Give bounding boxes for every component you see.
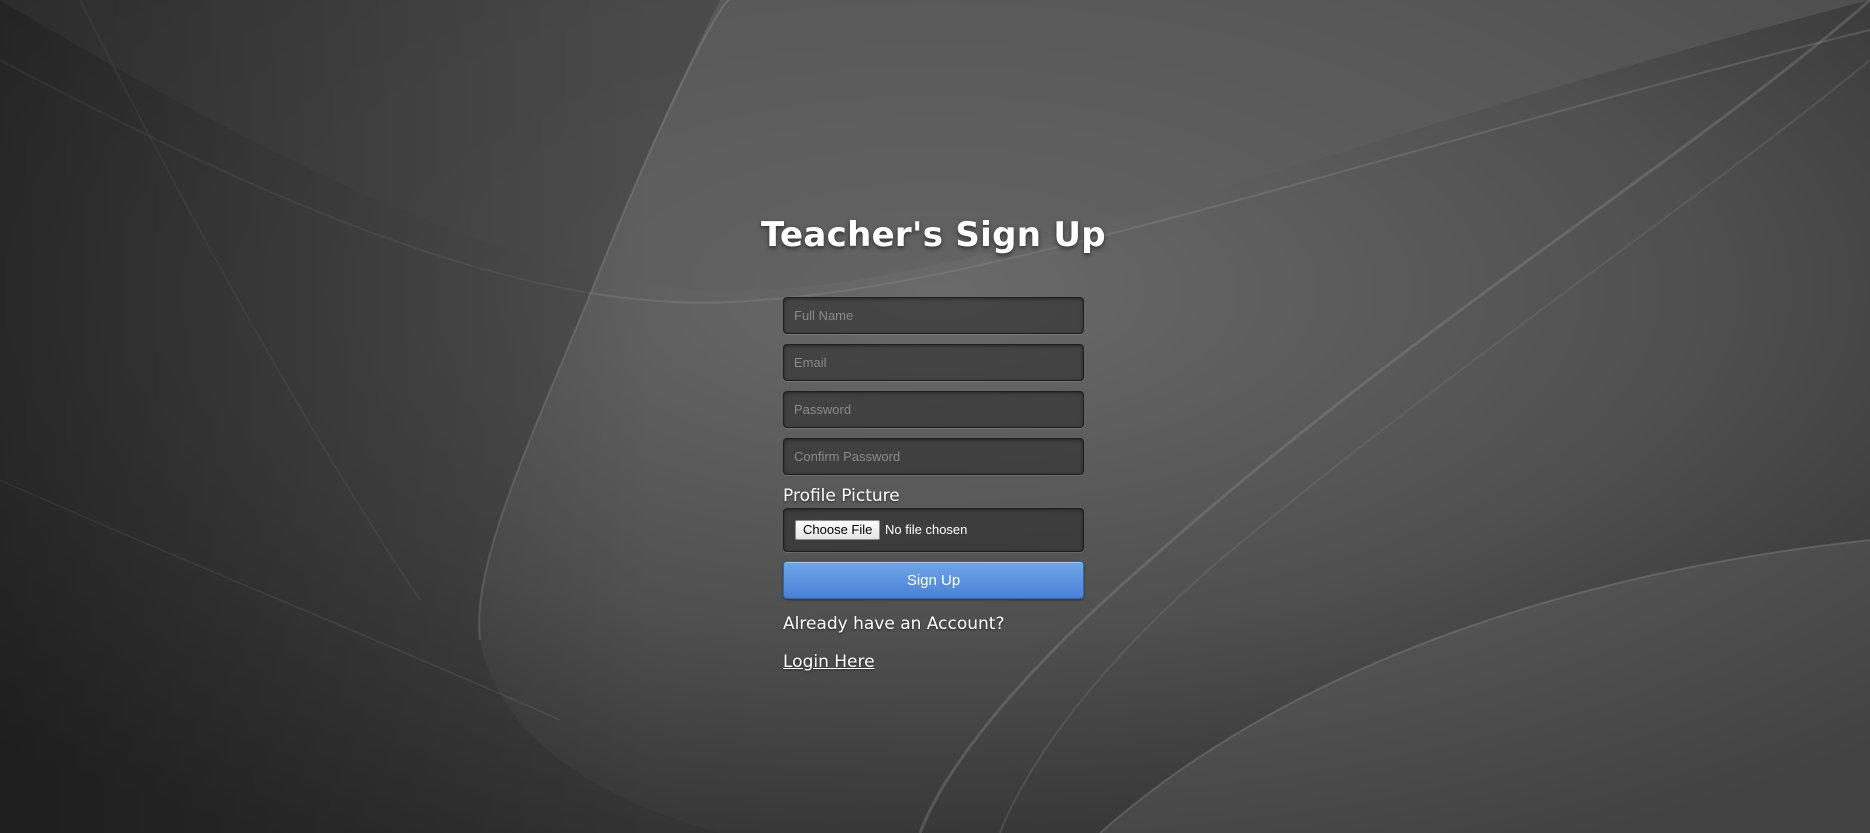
confirm-password-input[interactable] xyxy=(783,438,1084,475)
choose-file-button[interactable]: Choose File xyxy=(795,520,881,540)
profile-picture-label: Profile Picture xyxy=(783,486,900,506)
sign-up-button[interactable]: Sign Up xyxy=(783,561,1084,599)
password-input[interactable] xyxy=(783,391,1084,428)
full-name-input[interactable] xyxy=(783,297,1084,334)
file-status-text: No file chosen xyxy=(885,522,968,537)
profile-picture-file-input[interactable]: Choose File No file chosen xyxy=(783,508,1084,552)
email-input[interactable] xyxy=(783,344,1084,381)
login-here-link[interactable]: Login Here xyxy=(783,651,875,673)
page-title: Teacher's Sign Up xyxy=(761,215,1106,255)
already-have-account-text: Already have an Account? xyxy=(783,614,1005,634)
